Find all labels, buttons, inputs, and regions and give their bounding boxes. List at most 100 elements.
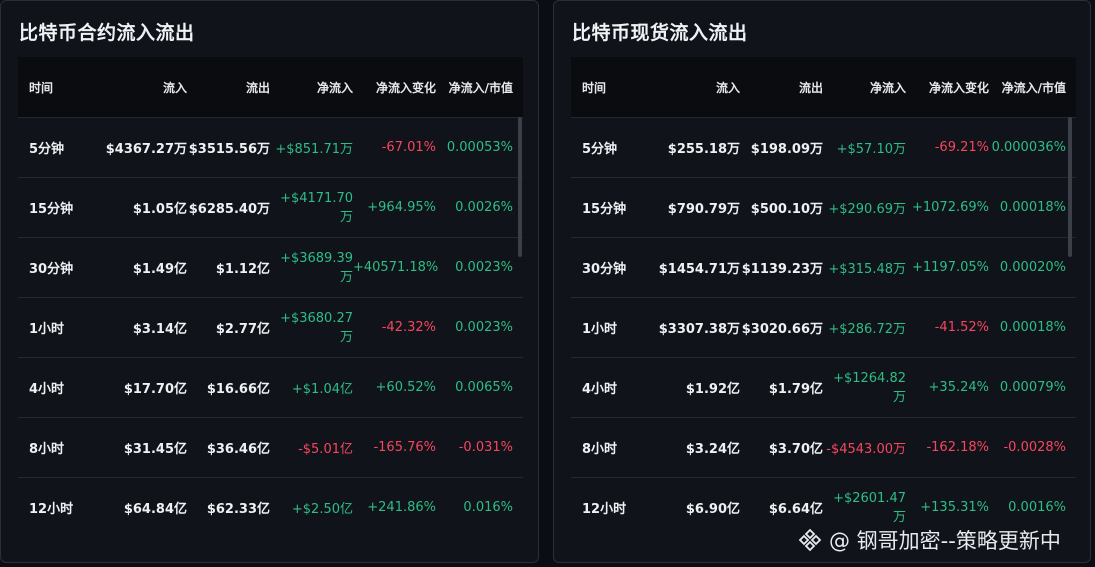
header-time[interactable]: 时间 (18, 79, 96, 96)
spot-flow-panel: 比特币现货流入流出 时间 流入 流出 净流入 净流入变化 净流入/市值 5分钟 $… (553, 0, 1091, 563)
header-net-ratio[interactable]: 净流入/市值 (989, 79, 1072, 96)
row-inflow: $790.79万 (667, 202, 740, 217)
row-net-change: +1072.69% (911, 200, 989, 215)
table-row[interactable]: 5分钟 $255.18万 $198.09万 +$57.10万 -69.21% 0.0000… (571, 117, 1076, 177)
row-net-inflow: +$2.50亿 (291, 502, 353, 517)
spot-flow-table: 时间 流入 流出 净流入 净流入变化 净流入/市值 5分钟 $255.18万 $19… (571, 57, 1076, 537)
row-inflow: $1.05亿 (132, 202, 187, 217)
row-time: 1小时 (29, 322, 65, 337)
row-net-change: +40571.18% (353, 260, 439, 275)
watermark: @ 钢哥加密--策略更新中 (797, 524, 1061, 556)
row-outflow: $62.33亿 (206, 502, 270, 517)
row-net-ratio: 0.00018% (999, 320, 1066, 335)
row-time: 8小时 (582, 442, 618, 457)
row-net-change: -42.32% (381, 320, 436, 335)
header-net-change[interactable]: 净流入变化 (353, 79, 436, 96)
header-net-inflow[interactable]: 净流入 (823, 79, 906, 96)
row-time: 12小时 (29, 502, 74, 517)
row-time: 5分钟 (29, 142, 65, 157)
row-inflow: $1.92亿 (685, 382, 740, 397)
row-outflow: $1.12亿 (215, 262, 270, 277)
row-net-inflow: +$2601.47万 (833, 490, 906, 525)
row-time: 4小时 (29, 382, 65, 397)
header-net-inflow[interactable]: 净流入 (270, 79, 353, 96)
header-net-ratio[interactable]: 净流入/市值 (436, 79, 519, 96)
row-net-inflow: +$3689.39万 (280, 250, 353, 285)
row-net-change: -41.52% (934, 320, 989, 335)
row-outflow: $3020.66万 (741, 322, 823, 337)
row-net-ratio: 0.0016% (1008, 500, 1066, 515)
header-inflow[interactable]: 流入 (96, 79, 187, 96)
row-net-inflow: -$4543.00万 (826, 442, 906, 457)
row-net-inflow: +$851.71万 (275, 142, 353, 157)
row-net-ratio: 0.000036% (991, 140, 1066, 155)
row-time: 12小时 (582, 502, 627, 517)
table-row[interactable]: 8小时 $3.24亿 $3.70亿 -$4543.00万 -162.18% -0.0028… (571, 417, 1076, 477)
row-outflow: $36.46亿 (206, 442, 270, 457)
row-inflow: $3307.38万 (658, 322, 740, 337)
table-row[interactable]: 12小时 $64.84亿 $62.33亿 +$2.50亿 +241.86% 0.016% (18, 477, 523, 537)
row-net-change: +964.95% (367, 200, 436, 215)
scrollbar[interactable] (1068, 117, 1072, 257)
table-body: 5分钟 $4367.27万 $3515.56万 +$851.71万 -67.01% 0.0… (18, 117, 523, 537)
scrollbar[interactable] (518, 117, 522, 257)
row-time: 4小时 (582, 382, 618, 397)
row-net-ratio: 0.00079% (999, 380, 1066, 395)
row-net-change: +241.86% (367, 500, 436, 515)
table-header: 时间 流入 流出 净流入 净流入变化 净流入/市值 (18, 57, 523, 117)
table-row[interactable]: 1小时 $3307.38万 $3020.66万 +$286.72万 -41.52% 0.0… (571, 297, 1076, 357)
header-outflow[interactable]: 流出 (187, 79, 270, 96)
row-inflow: $3.14亿 (132, 322, 187, 337)
row-time: 30分钟 (29, 262, 74, 277)
row-net-inflow: +$1264.82万 (833, 370, 906, 405)
row-time: 8小时 (29, 442, 65, 457)
row-net-ratio: 0.00053% (446, 140, 513, 155)
row-inflow: $31.45亿 (123, 442, 187, 457)
panel-title: 比特币合约流入流出 (19, 22, 195, 44)
row-outflow: $3.70亿 (768, 442, 823, 457)
row-outflow: $500.10万 (750, 202, 823, 217)
row-inflow: $3.24亿 (685, 442, 740, 457)
table-row[interactable]: 30分钟 $1.49亿 $1.12亿 +$3689.39万 +40571.18% 0.00… (18, 237, 523, 297)
row-inflow: $17.70亿 (123, 382, 187, 397)
row-net-ratio: -0.031% (458, 440, 513, 455)
row-outflow: $1139.23万 (741, 262, 823, 277)
row-net-inflow: +$290.69万 (828, 202, 906, 217)
table-row[interactable]: 30分钟 $1454.71万 $1139.23万 +$315.48万 +1197.05%… (571, 237, 1076, 297)
row-net-ratio: 0.0065% (455, 380, 513, 395)
header-net-change[interactable]: 净流入变化 (906, 79, 989, 96)
row-net-ratio: 0.0026% (455, 200, 513, 215)
row-net-ratio: 0.0023% (455, 320, 513, 335)
table-row[interactable]: 4小时 $1.92亿 $1.79亿 +$1264.82万 +35.24% 0.00079% (571, 357, 1076, 417)
row-net-inflow: -$5.01亿 (298, 442, 353, 457)
table-row[interactable]: 8小时 $31.45亿 $36.46亿 -$5.01亿 -165.76% -0.031% (18, 417, 523, 477)
watermark-text: @ 钢哥加密--策略更新中 (829, 529, 1061, 553)
row-net-change: +1197.05% (911, 260, 989, 275)
header-outflow[interactable]: 流出 (740, 79, 823, 96)
table-body: 5分钟 $255.18万 $198.09万 +$57.10万 -69.21% 0.0000… (571, 117, 1076, 537)
table-row[interactable]: 5分钟 $4367.27万 $3515.56万 +$851.71万 -67.01% 0.0… (18, 117, 523, 177)
header-inflow[interactable]: 流入 (649, 79, 740, 96)
row-net-ratio: 0.016% (463, 500, 513, 515)
row-outflow: $198.09万 (750, 142, 823, 157)
row-net-inflow: +$3680.27万 (280, 310, 353, 345)
row-inflow: $255.18万 (667, 142, 740, 157)
row-net-inflow: +$315.48万 (828, 262, 906, 277)
row-inflow: $1.49亿 (132, 262, 187, 277)
row-net-change: -67.01% (381, 140, 436, 155)
table-header: 时间 流入 流出 净流入 净流入变化 净流入/市值 (571, 57, 1076, 117)
table-row[interactable]: 1小时 $3.14亿 $2.77亿 +$3680.27万 -42.32% 0.0023% (18, 297, 523, 357)
row-inflow: $1454.71万 (658, 262, 740, 277)
header-time[interactable]: 时间 (571, 79, 649, 96)
row-outflow: $16.66亿 (206, 382, 270, 397)
row-time: 15分钟 (29, 202, 74, 217)
contract-flow-table: 时间 流入 流出 净流入 净流入变化 净流入/市值 5分钟 $4367.27万 $3… (18, 57, 523, 537)
binance-logo-icon (798, 528, 822, 552)
table-row[interactable]: 15分钟 $790.79万 $500.10万 +$290.69万 +1072.69% 0.… (571, 177, 1076, 237)
table-row[interactable]: 15分钟 $1.05亿 $6285.40万 +$4171.70万 +964.95% 0.0… (18, 177, 523, 237)
row-net-change: +135.31% (920, 500, 989, 515)
row-outflow: $2.77亿 (215, 322, 270, 337)
row-net-ratio: 0.0023% (455, 260, 513, 275)
row-net-inflow: +$57.10万 (836, 142, 906, 157)
table-row[interactable]: 4小时 $17.70亿 $16.66亿 +$1.04亿 +60.52% 0.0065% (18, 357, 523, 417)
